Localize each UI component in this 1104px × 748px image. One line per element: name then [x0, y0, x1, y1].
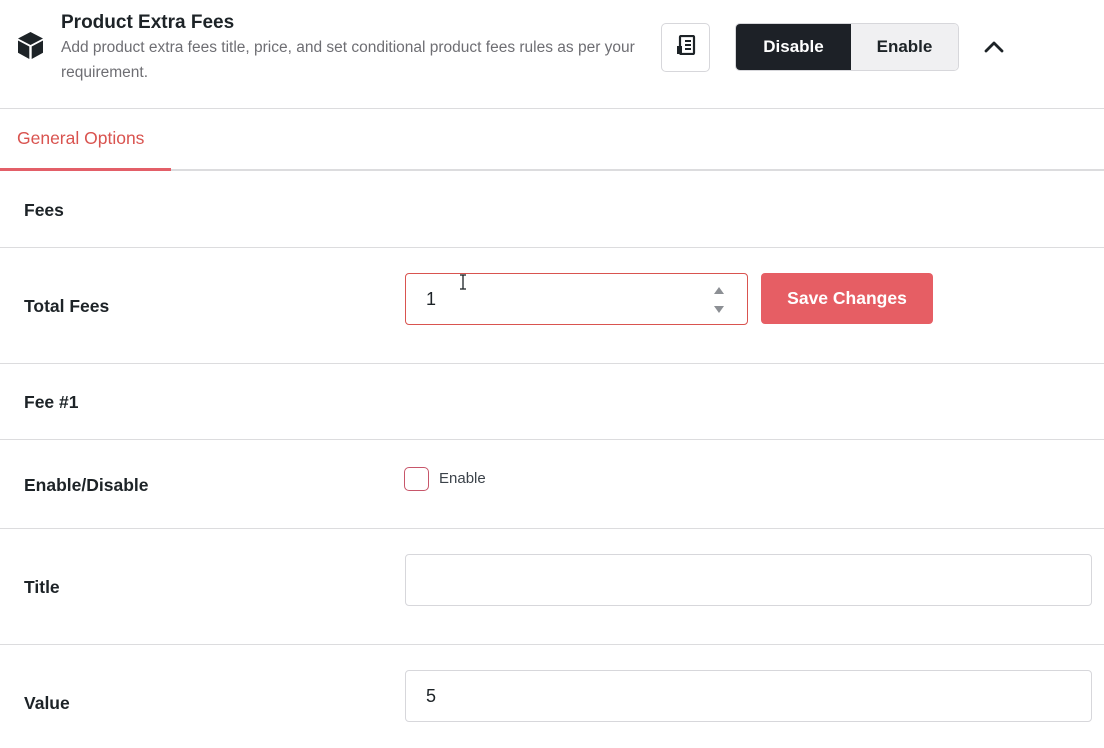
tab-general-options[interactable]: General Options [0, 109, 171, 171]
module-status-toggle: Disable Enable [735, 23, 959, 71]
number-spinner-icon[interactable] [713, 286, 725, 314]
fee-1-heading: Fee #1 [24, 392, 79, 412]
enable-disable-label: Enable/Disable [24, 475, 149, 495]
disable-button[interactable]: Disable [736, 24, 851, 70]
total-fees-value: 1 [426, 289, 437, 309]
module-header: Product Extra Fees Add product extra fee… [0, 0, 1104, 109]
documentation-button[interactable] [661, 23, 710, 72]
value-label: Value [24, 693, 70, 713]
tab-bar: General Options [0, 109, 1104, 171]
document-icon [676, 34, 696, 60]
total-fees-label: Total Fees [24, 296, 110, 316]
text-cursor-icon [459, 274, 467, 290]
enable-button[interactable]: Enable [851, 24, 958, 70]
enable-checkbox[interactable] [404, 467, 429, 491]
value-input[interactable]: 5 [405, 670, 1092, 722]
collapse-button[interactable] [982, 37, 1006, 61]
title-input[interactable] [405, 554, 1092, 606]
enable-disable-row: Enable/Disable [0, 440, 1104, 529]
module-description: Add product extra fees title, price, and… [61, 39, 635, 81]
enable-checkbox-label[interactable]: Enable [439, 470, 486, 487]
value-value: 5 [426, 686, 437, 706]
total-fees-input[interactable]: 1 [405, 273, 748, 325]
cube-icon [17, 31, 44, 60]
fees-section-row: Fees [0, 171, 1104, 248]
fee-1-section-row: Fee #1 [0, 364, 1104, 440]
module-title: Product Extra Fees [61, 12, 235, 33]
fees-heading: Fees [24, 200, 64, 220]
title-label: Title [24, 577, 60, 597]
chevron-up-icon [984, 40, 1004, 59]
save-changes-button[interactable]: Save Changes [761, 273, 933, 324]
